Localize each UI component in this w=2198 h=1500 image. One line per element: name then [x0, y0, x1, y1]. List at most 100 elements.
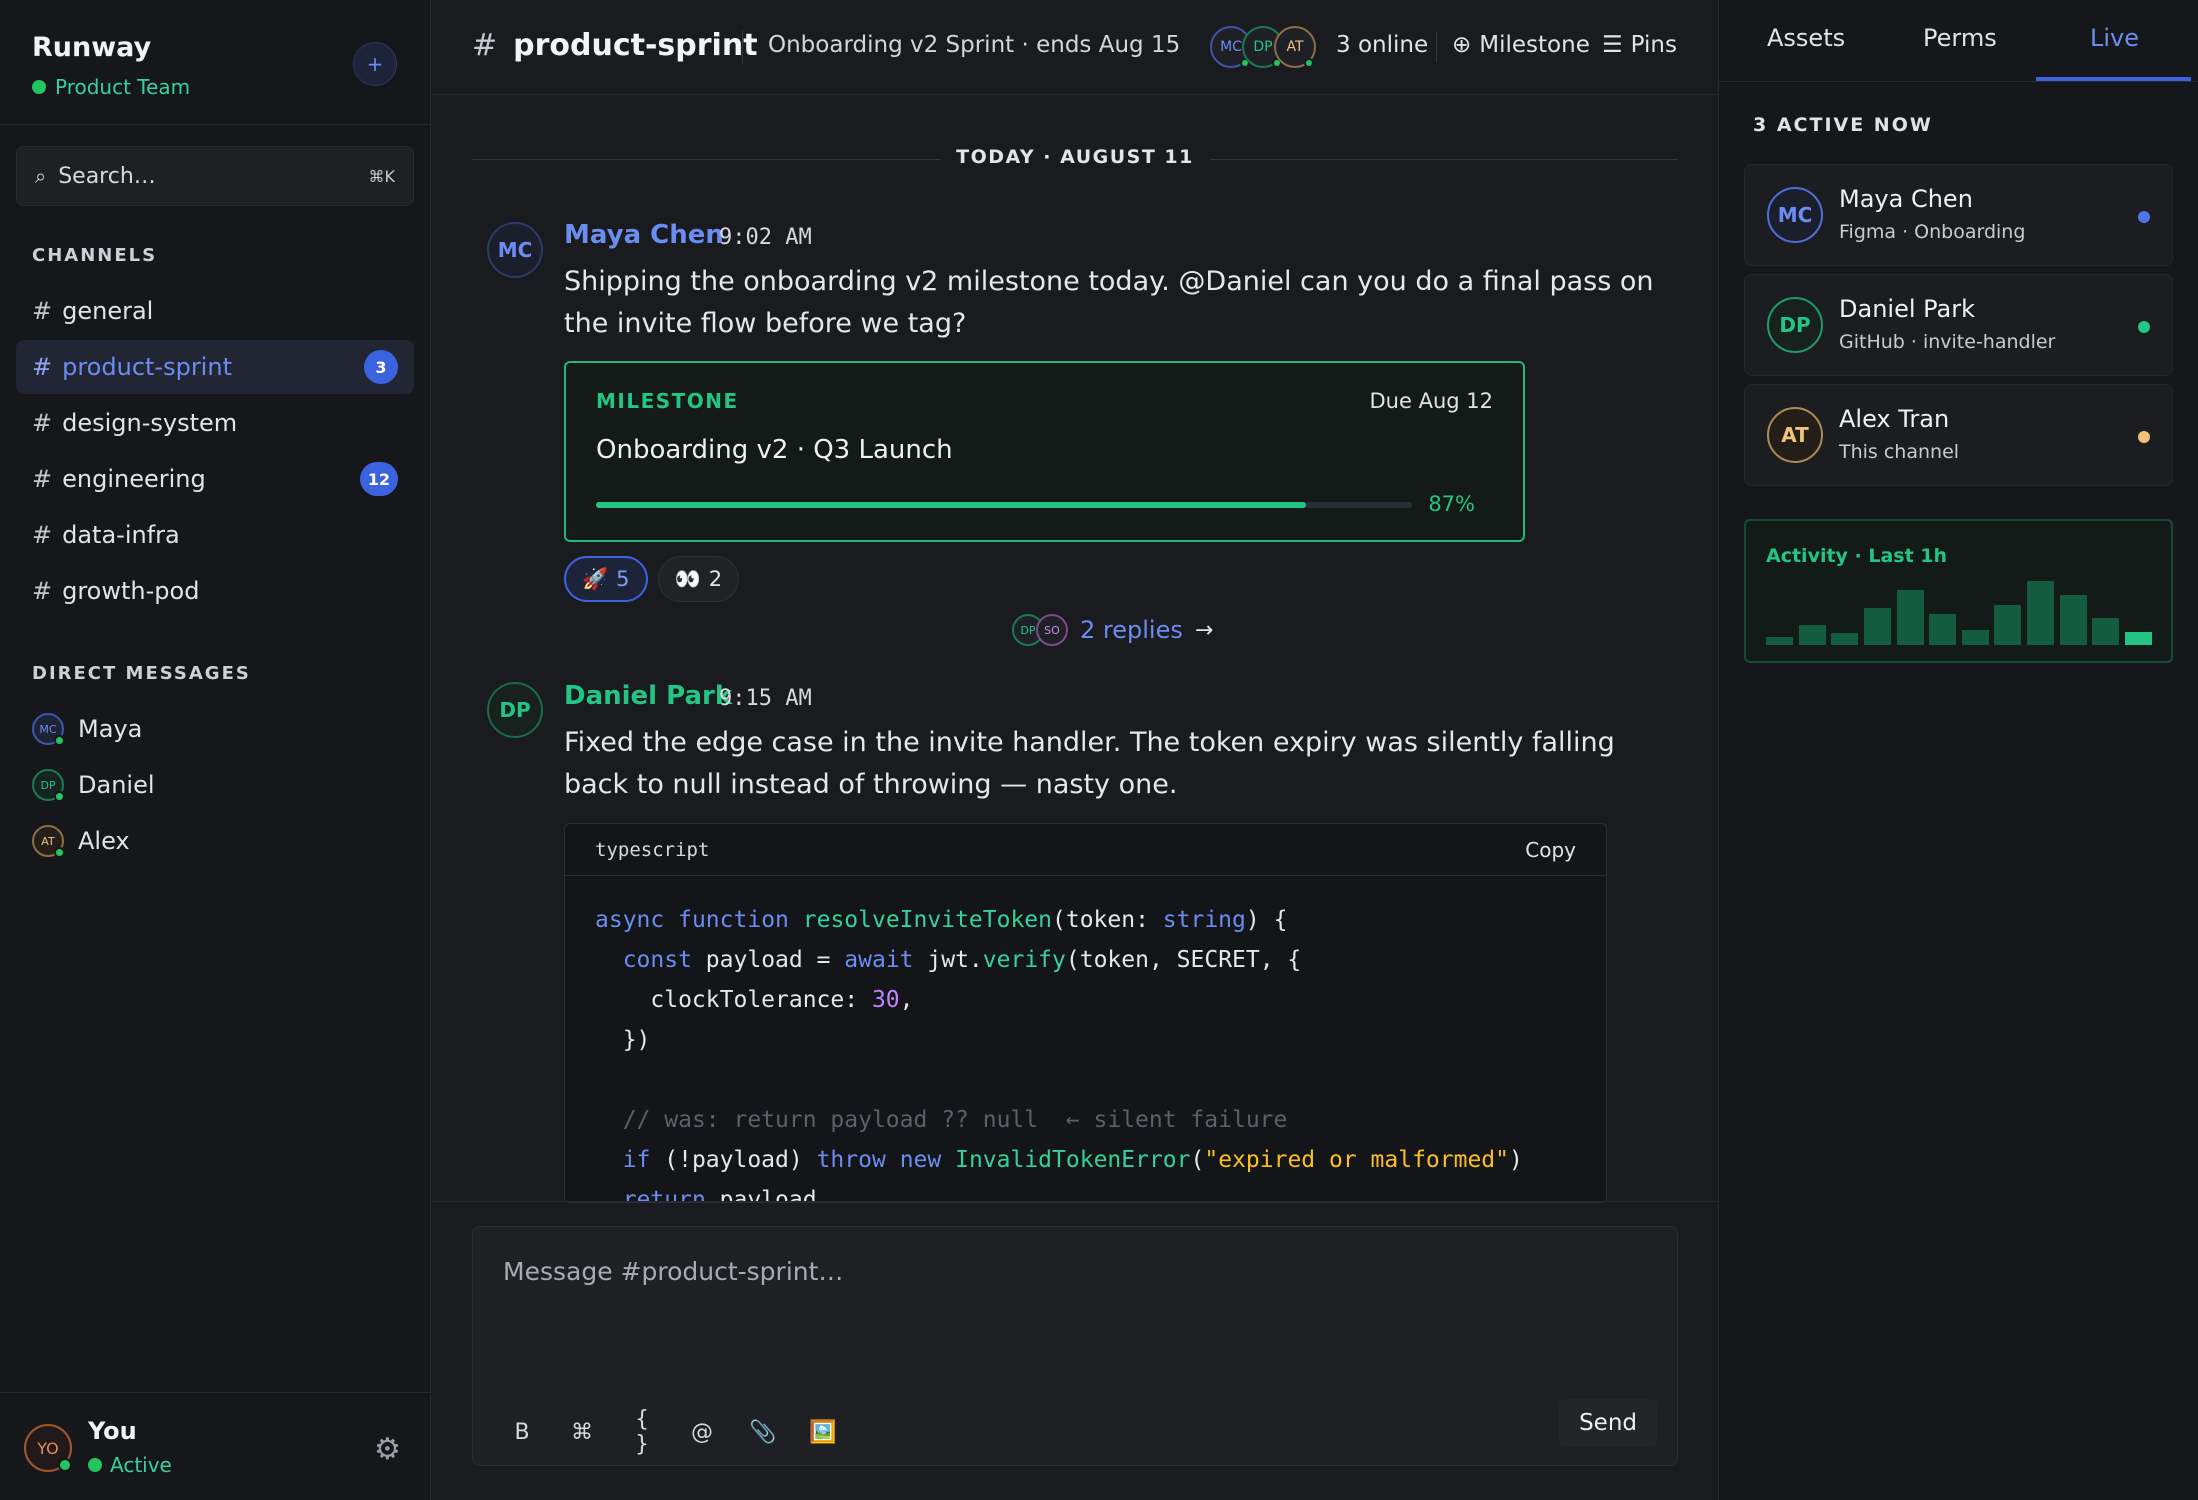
- reaction-rocket[interactable]: 🚀 5: [564, 556, 648, 602]
- mention-icon[interactable]: @: [689, 1420, 715, 1445]
- hash-icon: #: [32, 521, 53, 549]
- channel-topic: Onboarding v2 Sprint · ends Aug 15: [768, 32, 1181, 58]
- divider: [1436, 32, 1437, 62]
- dm-name: Alex: [78, 827, 130, 855]
- milestone-label: Milestone: [1479, 32, 1590, 58]
- avatar-initials: YO: [37, 1438, 59, 1458]
- attachment-icon[interactable]: 📎: [749, 1420, 776, 1445]
- avatar-initials: AT: [41, 834, 55, 848]
- user-status[interactable]: Active: [88, 1453, 172, 1477]
- team-label: Product Team: [55, 75, 191, 99]
- status-dot: [2138, 321, 2150, 333]
- avatar[interactable]: DP: [487, 682, 543, 738]
- workspace-header[interactable]: Runway Product Team: [32, 32, 190, 99]
- hash-icon: #: [32, 465, 53, 493]
- milestone-card[interactable]: MILESTONE Due Aug 12 Onboarding v2 · Q3 …: [564, 361, 1525, 542]
- milestone-icon: ⊕: [1452, 32, 1472, 58]
- activity-sparkbars: [1766, 581, 2152, 645]
- status-dot: [2138, 211, 2150, 223]
- avatar-initials: DP: [499, 698, 531, 722]
- image-icon[interactable]: 🖼️: [809, 1420, 836, 1445]
- milestone-title: Onboarding v2 · Q3 Launch: [596, 435, 953, 465]
- day-label: TODAY · AUGUST 11: [940, 146, 1210, 168]
- message-author[interactable]: Daniel Park: [564, 681, 732, 711]
- presence-card-maya[interactable]: MC Maya Chen Figma · Onboarding: [1744, 164, 2173, 266]
- avatar-initials: DP: [1020, 623, 1036, 637]
- milestone-button[interactable]: ⊕ Milestone: [1452, 32, 1590, 58]
- search-shortcut: ⌘K: [368, 166, 396, 186]
- online-avatars[interactable]: MC DP AT: [1210, 26, 1320, 68]
- channel-item-growth-pod[interactable]: # growth-pod: [16, 564, 414, 618]
- avatar: AT: [32, 825, 65, 858]
- dm-item-daniel[interactable]: DP Daniel: [32, 769, 155, 802]
- activity-bar: [2027, 581, 2055, 645]
- active-now-header: 3 ACTIVE NOW: [1753, 114, 1933, 136]
- status-dot: [32, 80, 46, 94]
- thread-replies[interactable]: DP SO 2 replies →: [1012, 614, 1213, 646]
- command-icon[interactable]: ⌘: [569, 1420, 595, 1445]
- presence-card-daniel[interactable]: DP Daniel Park GitHub · invite-handler: [1744, 274, 2173, 376]
- divider: [432, 1201, 1718, 1202]
- activity-bar: [2059, 595, 2087, 645]
- hash-icon: #: [32, 297, 53, 325]
- channel-name: growth-pod: [62, 577, 200, 605]
- reaction-count: 2: [708, 567, 723, 591]
- online-dot: [58, 1458, 72, 1472]
- code-block: typescript Copy async function resolveIn…: [564, 823, 1607, 1203]
- search-box[interactable]: ⌕ Search… ⌘K: [16, 146, 414, 206]
- dm-item-maya[interactable]: MC Maya: [32, 713, 142, 746]
- activity-bar: [1994, 605, 2022, 645]
- avatar[interactable]: MC: [487, 222, 543, 278]
- tab-perms[interactable]: Perms: [1923, 24, 1997, 52]
- code-language: typescript: [595, 838, 710, 861]
- avatar-initials: DP: [40, 778, 56, 792]
- hash-icon: #: [32, 577, 53, 605]
- avatar-initials: DP: [1253, 39, 1273, 55]
- current-user-bar: YO You Active: [0, 1392, 431, 1500]
- progress-percent: 87%: [1428, 492, 1475, 516]
- send-button[interactable]: Send: [1559, 1399, 1657, 1447]
- activity-title: Activity · Last 1h: [1766, 545, 1948, 567]
- tab-assets[interactable]: Assets: [1767, 24, 1845, 52]
- reaction-eyes[interactable]: 👀 2: [657, 556, 740, 602]
- sidebar: Runway Product Team + ⌕ Search… ⌘K CHANN…: [0, 0, 431, 1500]
- channel-item-general[interactable]: # general: [16, 284, 414, 338]
- message-text: Shipping the onboarding v2 milestone tod…: [564, 266, 1654, 339]
- channel-name: data-infra: [62, 521, 180, 549]
- bold-icon[interactable]: B: [509, 1420, 535, 1445]
- avatar[interactable]: YO: [24, 1424, 72, 1472]
- new-channel-button[interactable]: +: [353, 42, 397, 86]
- panel-tabs: Assets Perms Live: [1719, 0, 2198, 82]
- online-count: 3 online: [1336, 32, 1429, 58]
- composer-placeholder: Message #product-sprint…: [503, 1257, 844, 1286]
- code-braces-icon[interactable]: { }: [629, 1407, 655, 1457]
- message-text: Fixed the edge case in the invite handle…: [564, 727, 1615, 800]
- avatar-initials: AT: [1781, 423, 1809, 447]
- message-author[interactable]: Maya Chen: [564, 220, 724, 250]
- right-panel: Assets Perms Live 3 ACTIVE NOW MC Maya C…: [1718, 0, 2198, 1500]
- copy-button[interactable]: Copy: [1525, 838, 1576, 862]
- pins-button[interactable]: ☰ Pins: [1602, 32, 1677, 58]
- tab-live[interactable]: Live: [2090, 24, 2139, 52]
- channel-item-design-system[interactable]: # design-system: [16, 396, 414, 450]
- milestone-label: MILESTONE: [596, 389, 739, 413]
- avatar: AT: [1274, 26, 1316, 68]
- channel-item-data-infra[interactable]: # data-infra: [16, 508, 414, 562]
- reply-avatars: DP SO: [1012, 614, 1068, 646]
- avatar-initials: SO: [1044, 623, 1060, 637]
- main-pane: # product-sprint Onboarding v2 Sprint · e…: [432, 0, 1718, 1500]
- channel-item-engineering[interactable]: # engineering 12: [16, 452, 414, 506]
- activity-bar: [1798, 625, 1826, 645]
- presence-card-alex[interactable]: AT Alex Tran This channel: [1744, 384, 2173, 486]
- message-composer[interactable]: Message #product-sprint… B ⌘ { } @ 📎 🖼️ …: [472, 1226, 1678, 1466]
- unread-badge: 3: [364, 350, 398, 384]
- eyes-icon: 👀: [674, 566, 701, 591]
- channel-title: # product-sprint: [472, 28, 758, 63]
- channel-name: general: [62, 297, 154, 325]
- gear-icon[interactable]: ⚙: [374, 1432, 401, 1467]
- search-placeholder: Search…: [58, 163, 156, 189]
- dm-item-alex[interactable]: AT Alex: [32, 825, 130, 858]
- avatar: MC: [1767, 187, 1823, 243]
- channel-item-product-sprint[interactable]: # product-sprint 3: [16, 340, 414, 394]
- code-block-header: typescript Copy: [565, 824, 1606, 876]
